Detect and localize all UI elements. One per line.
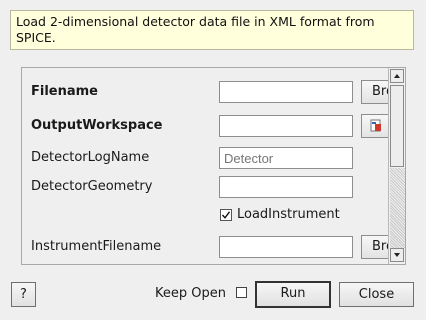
loadinstrument-checkbox[interactable]: [220, 208, 232, 221]
keep-open-checkbox[interactable]: [236, 287, 247, 298]
keep-open-label: Keep Open: [155, 286, 226, 301]
instrumentfilename-browse-button[interactable]: Browse: [361, 235, 391, 259]
help-button[interactable]: ?: [11, 282, 36, 307]
instrumentfilename-input[interactable]: [219, 236, 353, 258]
outputworkspace-label: OutputWorkspace: [31, 118, 163, 133]
algorithm-description: Load 2-dimensional detector data file in…: [10, 10, 414, 50]
outputworkspace-input[interactable]: [219, 115, 353, 137]
instrumentfilename-label: InstrumentFilename: [31, 239, 162, 254]
run-button[interactable]: Run: [255, 281, 331, 308]
scroll-up-arrow-icon[interactable]: [390, 69, 404, 83]
filename-label: Filename: [31, 84, 98, 99]
filename-input[interactable]: [219, 81, 353, 103]
filename-browse-button[interactable]: Browse: [361, 80, 391, 104]
loadinstrument-checkbox-row[interactable]: LoadInstrument: [220, 207, 340, 222]
properties-scrollbar[interactable]: [388, 68, 405, 264]
properties-panel: Filename Browse OutputWorkspace Detector…: [21, 67, 406, 265]
loadinstrument-label: LoadInstrument: [237, 207, 340, 222]
detectorgeometry-label: DetectorGeometry: [31, 179, 153, 194]
detectorlogname-label: DetectorLogName: [31, 150, 150, 165]
scroll-down-arrow-icon[interactable]: [390, 248, 404, 262]
workspace-icon[interactable]: [361, 114, 389, 138]
detectorgeometry-input[interactable]: [219, 176, 353, 198]
scrollbar-thumb[interactable]: [390, 85, 404, 167]
close-button[interactable]: Close: [339, 282, 414, 307]
detectorlogname-input[interactable]: [219, 147, 353, 169]
scrollbar-track[interactable]: [390, 168, 405, 248]
